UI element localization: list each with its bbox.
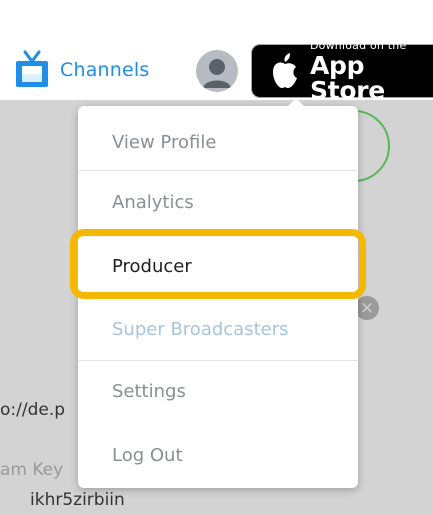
menu-item-log-out[interactable]: Log Out xyxy=(78,424,358,486)
tv-icon xyxy=(14,50,50,90)
close-icon: × xyxy=(355,296,379,320)
menu-item-settings[interactable]: Settings xyxy=(78,361,358,421)
user-avatar-icon[interactable] xyxy=(196,50,238,92)
menu-item-view-profile[interactable]: View Profile xyxy=(78,114,358,170)
app-store-big-text: App Store xyxy=(310,50,385,105)
channels-label: Channels xyxy=(60,59,150,81)
app-store-badge[interactable]: Download on the App Store xyxy=(251,40,433,103)
menu-item-label: Producer xyxy=(112,255,192,277)
menu-item-label: Log Out xyxy=(112,444,183,466)
apple-icon xyxy=(270,53,300,89)
menu-item-analytics[interactable]: Analytics xyxy=(78,171,358,233)
menu-caret xyxy=(288,98,304,106)
stream-key-label: am Key xyxy=(0,460,64,480)
menu-item-label: Super Broadcasters xyxy=(112,318,289,340)
app-store-small-text: Download on the xyxy=(310,38,407,52)
menu-item-label: Analytics xyxy=(112,191,194,213)
top-navigation-bar: Channels Download on the App Store xyxy=(0,0,433,103)
stream-url-text: o://de.p xyxy=(0,400,66,420)
menu-item-super-broadcasters[interactable]: Super Broadcasters xyxy=(78,299,358,359)
stream-key-value: ikhr5zirbiin xyxy=(30,490,125,510)
app-store-text: Download on the App Store xyxy=(310,40,433,103)
menu-item-producer[interactable]: Producer xyxy=(78,233,358,299)
profile-dropdown-menu: View Profile Analytics Producer Super Br… xyxy=(78,98,358,488)
menu-item-label: View Profile xyxy=(112,131,217,153)
menu-item-label: Settings xyxy=(112,380,186,402)
channels-link[interactable]: Channels xyxy=(14,44,150,96)
